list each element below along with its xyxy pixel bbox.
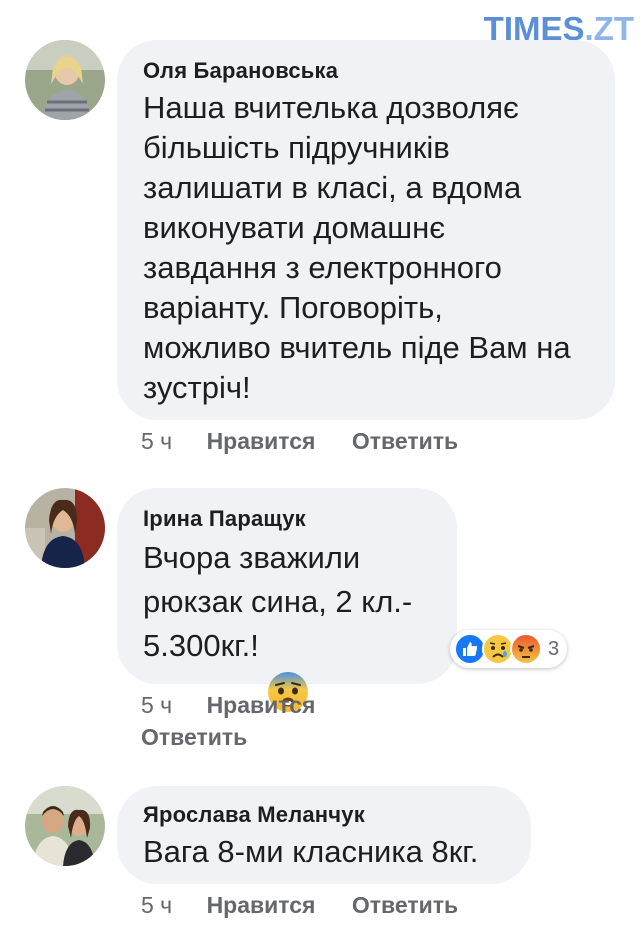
reaction-count: 3 [548,637,560,660]
reply-button[interactable]: Ответить [352,892,458,918]
comment-actions: 5 ч Нравится Ответить [141,892,458,919]
comment-time[interactable]: 5 ч [141,892,172,918]
reply-button[interactable]: Ответить [141,724,247,750]
comment-author[interactable]: Оля Барановська [143,58,589,84]
comment-bubble: Ярослава Меланчук Вага 8-ми класника 8кг… [117,786,531,884]
fearful-face-icon [267,627,309,712]
reactions-summary[interactable]: 3 [450,630,568,668]
like-button[interactable]: Нравится [207,892,316,918]
comment-actions: 5 ч Нравится [141,692,345,719]
comment-time[interactable]: 5 ч [141,428,172,454]
angry-icon [510,633,542,665]
comment-text: Наша вчителька дозволяє більшість підруч… [143,90,571,405]
comment-actions: 5 ч Нравится Ответить [141,428,458,455]
like-button[interactable]: Нравится [207,428,316,454]
comment-bubble: Оля Барановська Наша вчителька дозволяє … [117,40,615,420]
reply-button[interactable]: Ответить [352,428,458,454]
comment-time[interactable]: 5 ч [141,692,172,718]
watermark-suffix: .ZT [584,10,634,47]
comment-actions-second-line: Ответить [141,724,247,751]
avatar[interactable] [25,40,105,120]
comment-author[interactable]: Ярослава Меланчук [143,802,505,828]
avatar[interactable] [25,488,105,568]
comment-bubble: Ірина Паращук Вчора зважили рюкзак сина,… [117,488,457,712]
avatar[interactable] [25,786,105,866]
comment-author[interactable]: Ірина Паращук [143,506,431,532]
like-button[interactable]: Нравится [207,692,316,718]
comment-text: Вага 8-ми класника 8кг. [143,834,479,869]
comment-text-wrap: Вчора зважили рюкзак сина, 2 кл.- 5.300к… [143,536,431,712]
